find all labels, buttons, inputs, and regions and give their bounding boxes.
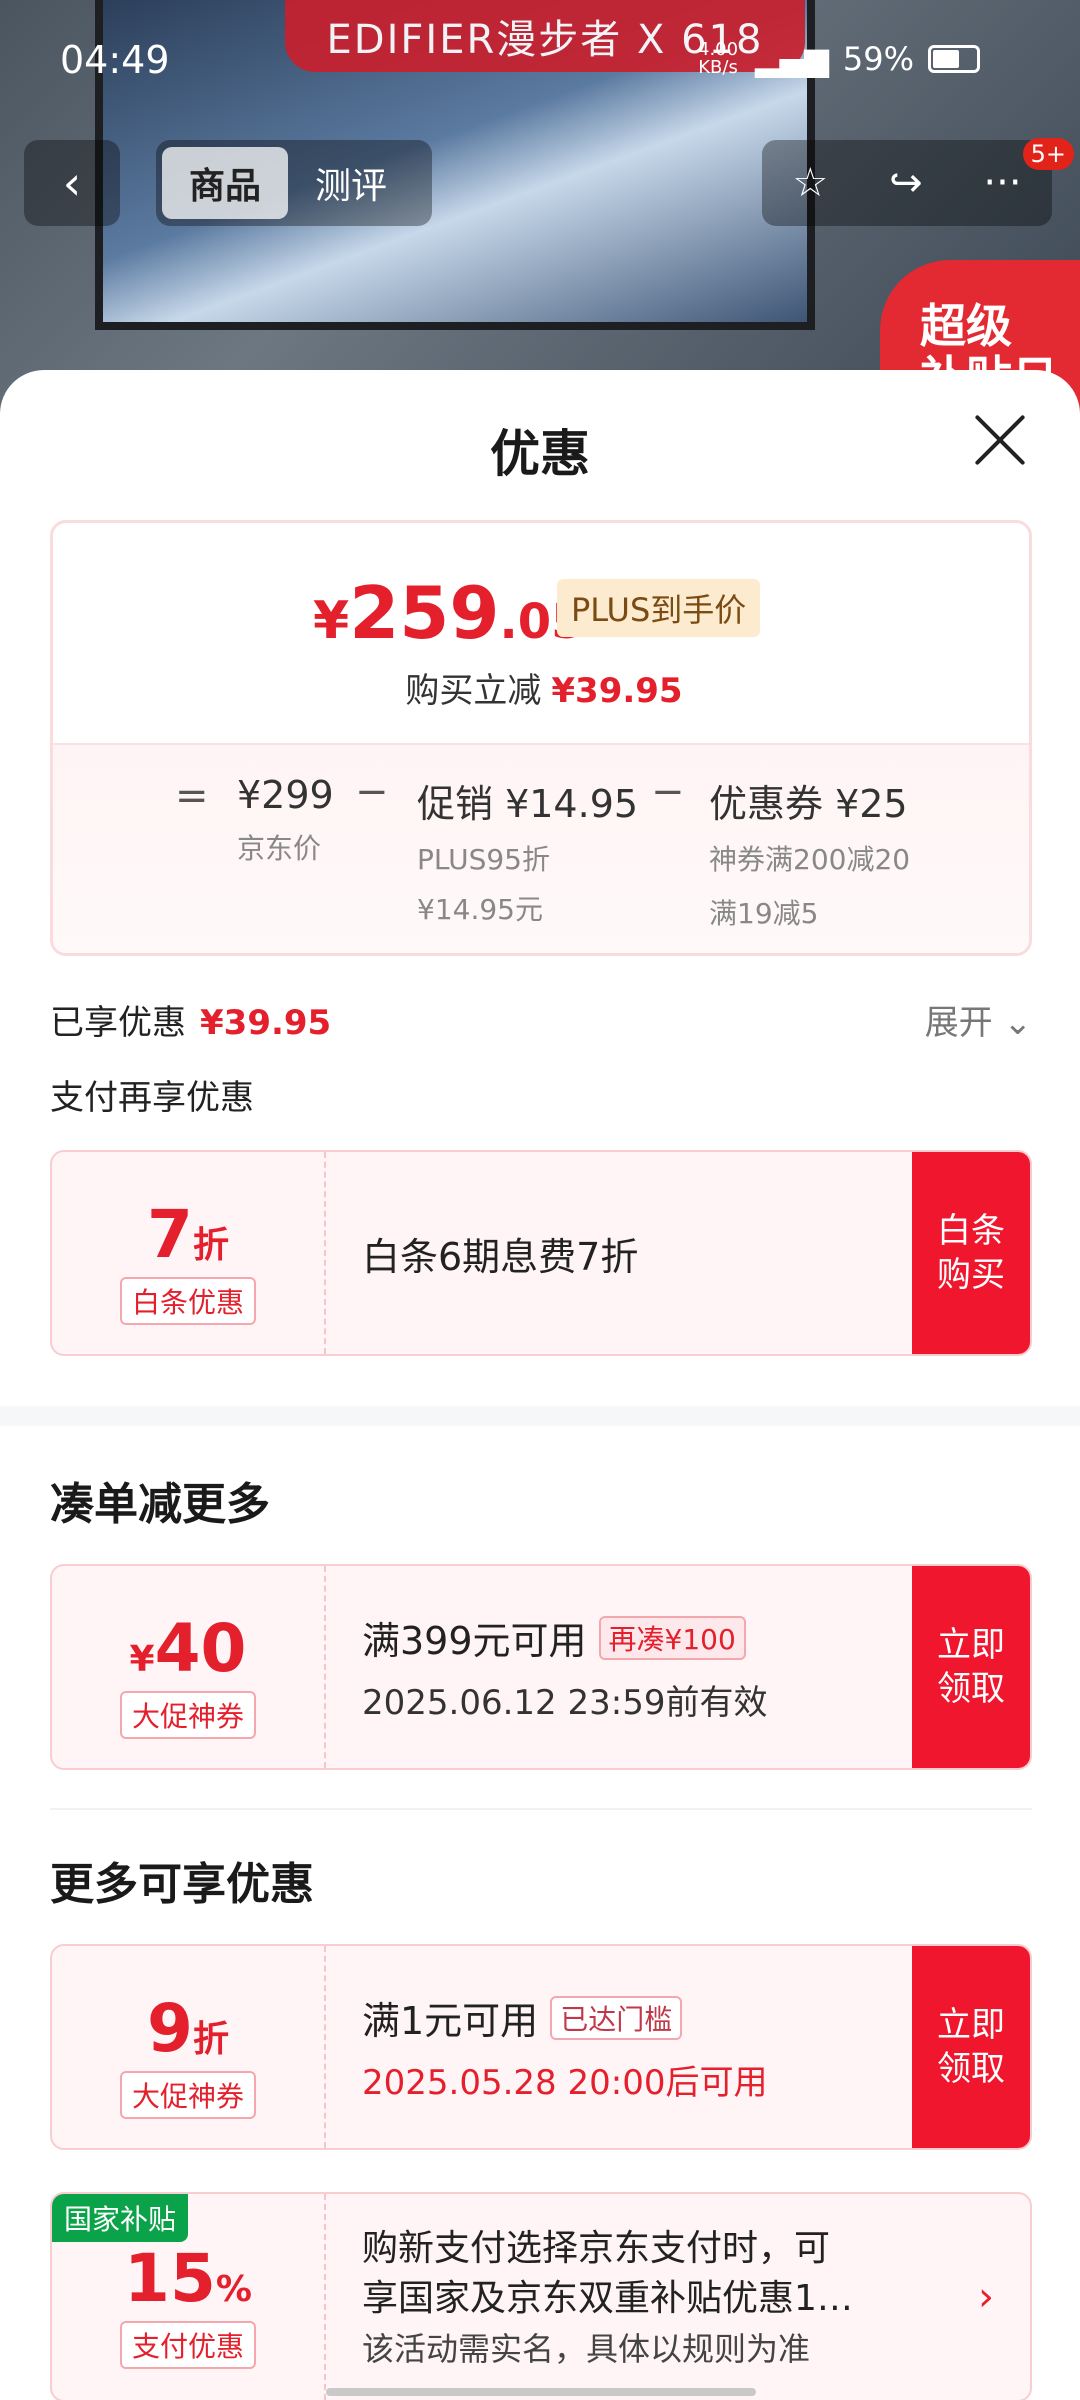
expand-button[interactable]: 展开 ⌄ <box>925 995 1032 1044</box>
subsidy-line3: 该活动需实名，具体以规则为准 <box>362 2330 811 2368</box>
discount-unit: 折 <box>192 1225 229 1266</box>
status-bar: 04:49 4.00 KB/s ▂▄▆ 59% <box>0 0 1080 120</box>
close-icon[interactable] <box>970 410 1030 470</box>
coupon-validity: 2025.05.28 20:00后可用 <box>362 2063 768 2103</box>
nav-actions: ☆ ↪ ··· <box>762 140 1052 226</box>
subsidy-line2: 享国家及京东双重补贴优惠1… <box>362 2278 853 2319</box>
coupon-value-area: 7折 白条优惠 <box>52 1152 326 1354</box>
chevron-right-icon: › <box>978 2274 994 2320</box>
coupon-num: 40 <box>154 1610 247 1687</box>
home-indicator[interactable] <box>326 2388 756 2396</box>
coupon-card-40: ¥40 大促神券 满399元可用 再凑¥100 2025.06.12 23:59前… <box>50 1564 1032 1770</box>
section-title-extra: 更多可享优惠 <box>50 1859 314 1910</box>
coupon-validity: 2025.06.12 23:59前有效 <box>362 1683 768 1723</box>
button-line2: 购买 <box>937 1255 1005 1295</box>
more-icon[interactable]: ··· <box>983 160 1021 206</box>
button-line1: 立即 <box>937 2005 1005 2045</box>
baitiao-text: 白条6期息费7折 <box>362 1234 639 1279</box>
claim-coupon-button[interactable]: 立即 领取 <box>912 1566 1030 1768</box>
expand-label: 展开 <box>924 1003 993 1043</box>
enjoyed-discount-row: 已享优惠 ¥39.95 展开 ⌄ <box>50 995 1032 1044</box>
button-line1: 白条 <box>937 1211 1005 1251</box>
subsidy-line1: 购新支付选择京东支付时，可 <box>362 2228 831 2269</box>
promo-value: 促销 ¥14.95 <box>417 782 639 826</box>
coupon-value-area: 9折 大促神券 <box>52 1946 326 2148</box>
message-count-badge: 5+ <box>1022 138 1074 170</box>
baitiao-card: 7折 白条优惠 白条6期息费7折 白条 购买 <box>50 1150 1032 1356</box>
coupon-currency: ¥ <box>129 1639 155 1680</box>
coupon-col: 优惠券 ¥25 神券满200减20 满19减5 <box>709 773 910 932</box>
price-currency: ¥ <box>313 591 350 651</box>
coupon-tag: 大促神券 <box>119 1691 256 1739</box>
subsidy-num: 15 <box>124 2240 216 2317</box>
coupon-unit: 折 <box>192 2019 229 2060</box>
coupon-card-9: 9折 大促神券 满1元可用 已达门槛 2025.05.28 20:00后可用 立即… <box>50 1944 1032 2150</box>
sheet-title: 优惠 <box>490 425 590 483</box>
baitiao-buy-button[interactable]: 白条 购买 <box>912 1152 1030 1354</box>
coupon-value: 优惠券 ¥25 <box>709 782 908 826</box>
subsidy-card[interactable]: 15% 支付优惠 国家补贴 购新支付选择京东支付时，可 享国家及京东双重补贴优惠… <box>50 2192 1032 2400</box>
price-reduction: 购买立减 ¥39.95 <box>53 663 1029 712</box>
price-integer: 259 <box>349 571 500 655</box>
price-breakdown: = ¥299 京东价 − 促销 ¥14.95 PLUS95折 ¥14.95元 −… <box>53 743 1029 953</box>
section-divider <box>0 1406 1080 1426</box>
enjoyed-label: 已享优惠 <box>50 1003 186 1043</box>
coupon-tag: 支付优惠 <box>119 2321 256 2369</box>
coupon-tag: 大促神券 <box>119 2071 256 2119</box>
discount-num: 7 <box>147 1196 193 1273</box>
battery-text: 59% <box>842 40 914 78</box>
reduction-label: 购买立减 <box>405 671 542 711</box>
coupon-value-area: ¥40 大促神券 <box>52 1566 326 1768</box>
coupon-tag: 白条优惠 <box>119 1277 256 1325</box>
coupon-condition: 满399元可用 <box>362 1619 587 1663</box>
subsidy-badge-line1: 超级 <box>920 299 1012 353</box>
nav-tabs: 商品 测评 <box>156 140 432 226</box>
chevron-down-icon: ⌄ <box>1003 1003 1033 1043</box>
net-speed: 4.00 KB/s <box>698 39 739 78</box>
final-price: ¥ 259 .05 <box>313 571 585 655</box>
status-time: 04:49 <box>60 38 170 82</box>
button-line2: 领取 <box>937 2049 1005 2089</box>
promo-col: 促销 ¥14.95 PLUS95折 ¥14.95元 <box>417 773 638 928</box>
plus-price-tag: PLUS到手价 <box>557 579 761 637</box>
promo-line1: PLUS95折 <box>417 843 550 876</box>
base-price-value: ¥299 <box>237 773 334 817</box>
button-line1: 立即 <box>937 1625 1005 1665</box>
discount-sheet: 优惠 ¥ 259 .05 PLUS到手价 购买立减 ¥39.95 = ¥299 京… <box>0 370 1080 2400</box>
button-line2: 领取 <box>937 1669 1005 1709</box>
chevron-left-icon: ‹ <box>62 156 82 210</box>
enjoyed-value: ¥39.95 <box>200 1003 332 1043</box>
coupon-mini-tag: 已达门槛 <box>550 1995 683 2040</box>
top-nav: ‹ 商品 测评 ☆ ↪ ··· 5+ <box>24 138 1074 230</box>
minus-sign: − <box>651 769 685 815</box>
coupon-condition: 满1元可用 <box>362 1999 539 2043</box>
pay-more-title: 支付再享优惠 <box>50 1078 254 1118</box>
base-price-label: 京东价 <box>237 832 322 865</box>
coupon-line1: 神券满200减20 <box>709 843 911 876</box>
promo-line2: ¥14.95元 <box>417 893 543 926</box>
tab-review[interactable]: 测评 <box>288 147 414 219</box>
back-button[interactable]: ‹ <box>24 140 120 226</box>
divider <box>50 1808 1032 1810</box>
equals-sign: = <box>175 773 209 819</box>
status-icons: 4.00 KB/s ▂▄▆ 59% <box>695 40 980 78</box>
coupon-num: 9 <box>147 1990 193 2067</box>
minus-sign: − <box>355 769 389 815</box>
tab-product[interactable]: 商品 <box>162 147 288 219</box>
subsidy-text: 购新支付选择京东支付时，可 享国家及京东双重补贴优惠1… 该活动需实名，具体以规… <box>362 2224 952 2374</box>
price-card: ¥ 259 .05 PLUS到手价 购买立减 ¥39.95 = ¥299 京东价 … <box>50 520 1032 956</box>
national-subsidy-badge: 国家补贴 <box>52 2194 189 2242</box>
coupon-mini-tag: 再凑¥100 <box>598 1615 746 1660</box>
star-icon[interactable]: ☆ <box>792 160 828 206</box>
base-price-col: ¥299 京东价 <box>237 773 334 867</box>
coupon-line2: 满19减5 <box>709 897 819 930</box>
subsidy-unit: % <box>215 2269 252 2310</box>
claim-coupon-button[interactable]: 立即 领取 <box>912 1946 1030 2148</box>
reduction-value: ¥39.95 <box>551 671 683 711</box>
battery-icon <box>928 45 980 73</box>
share-icon[interactable]: ↪ <box>889 160 923 206</box>
signal-icon: ▂▄▆ <box>755 40 829 78</box>
section-title-more: 凑单减更多 <box>50 1479 270 1530</box>
